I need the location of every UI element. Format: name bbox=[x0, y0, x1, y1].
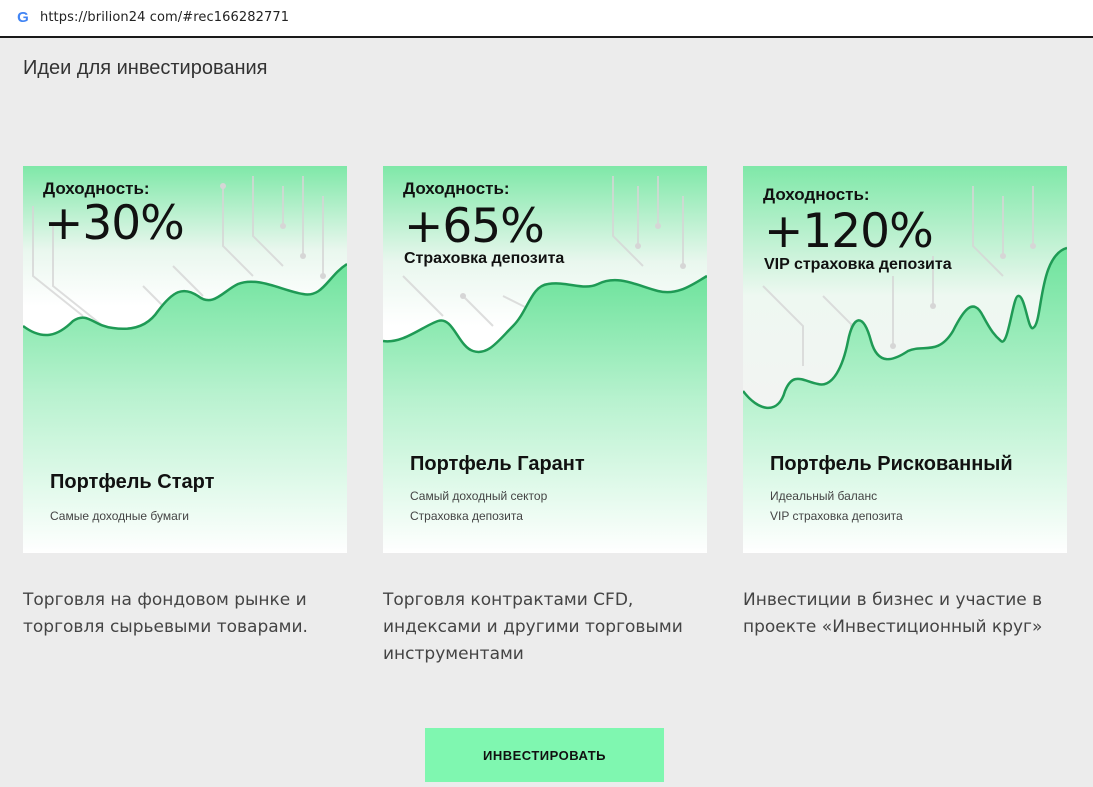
caption-line: Инвестиции в бизнес и участие в bbox=[743, 590, 1043, 610]
card-caption-start: Торговля на фондовом рынке и торговля сы… bbox=[23, 587, 353, 641]
caption-line: торговля сырьевыми товарами. bbox=[23, 617, 308, 637]
url-text[interactable]: https://brilion24 com/#rec166282771 bbox=[40, 10, 289, 25]
portfolio-features: Самые доходные бумаги bbox=[50, 506, 189, 526]
caption-line: проекте «Инвестиционный круг» bbox=[743, 617, 1043, 637]
invest-button[interactable]: ИНВЕСТИРОВАТЬ bbox=[425, 728, 664, 782]
portfolio-name: Портфель Старт bbox=[50, 471, 215, 493]
yield-value: +30% bbox=[44, 196, 185, 251]
yield-value: +120% bbox=[764, 204, 934, 259]
portfolio-card-start[interactable]: Доходность: +30% Портфель Старт Самые до… bbox=[23, 166, 347, 553]
feature-item: VIP страховка депозита bbox=[770, 509, 903, 523]
card-caption-risky: Инвестиции в бизнес и участие в проекте … bbox=[743, 587, 1073, 641]
feature-item: Самый доходный сектор bbox=[410, 489, 548, 503]
portfolio-features: Самый доходный сектор Страховка депозита bbox=[410, 486, 547, 526]
portfolio-name: Портфель Рискованный bbox=[770, 453, 1013, 475]
yield-subtitle: Страховка депозита bbox=[404, 250, 565, 267]
portfolio-name: Портфель Гарант bbox=[410, 453, 585, 475]
yield-label: Доходность: bbox=[403, 179, 510, 198]
feature-item: Страховка депозита bbox=[410, 509, 523, 523]
yield-value: +65% bbox=[404, 199, 545, 254]
browser-address-bar[interactable]: G https://brilion24 com/#rec166282771 bbox=[0, 0, 1093, 38]
portfolio-features: Идеальный баланс VIP страховка депозита bbox=[770, 486, 903, 526]
feature-item: Самые доходные бумаги bbox=[50, 509, 189, 523]
card-caption-garant: Торговля контрактами CFD, индексами и др… bbox=[383, 587, 713, 668]
feature-item: Идеальный баланс bbox=[770, 489, 878, 503]
portfolio-card-garant[interactable]: Доходность: +65% Страховка депозита Порт… bbox=[383, 166, 707, 553]
caption-line: Торговля контрактами CFD, bbox=[383, 590, 634, 610]
caption-line: индексами и другими торговыми bbox=[383, 617, 683, 637]
section-title: Идеи для инвестирования bbox=[23, 57, 268, 79]
portfolio-card-risky[interactable]: Доходность: +120% VIP страховка депозита… bbox=[743, 166, 1067, 553]
google-icon: G bbox=[17, 9, 29, 26]
caption-line: Торговля на фондовом рынке и bbox=[23, 590, 307, 610]
caption-line: инструментами bbox=[383, 644, 524, 664]
yield-subtitle: VIP страховка депозита bbox=[764, 256, 952, 273]
yield-label: Доходность: bbox=[763, 185, 870, 204]
